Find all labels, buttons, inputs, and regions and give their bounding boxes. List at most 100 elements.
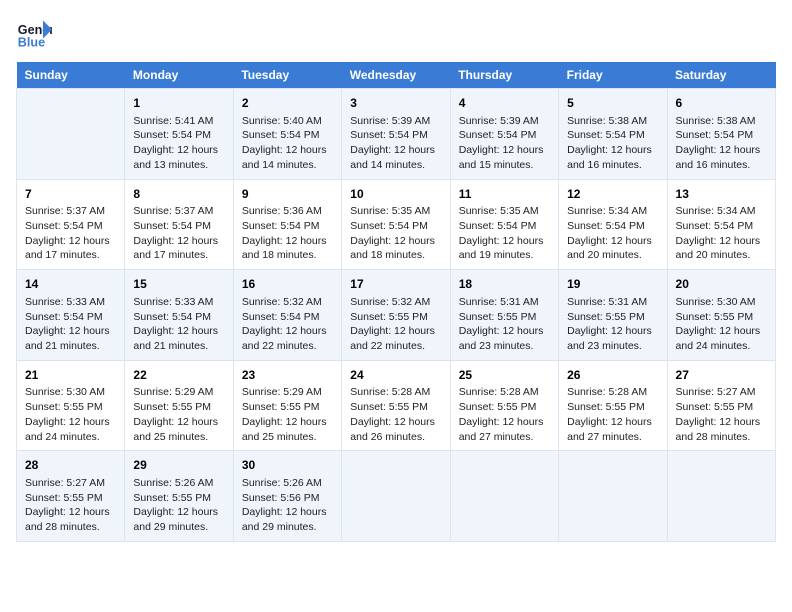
day-number: 16	[242, 276, 333, 293]
cell-content: Sunrise: 5:29 AMSunset: 5:55 PMDaylight:…	[242, 385, 333, 444]
day-number: 18	[459, 276, 550, 293]
cell-content: Sunrise: 5:26 AMSunset: 5:56 PMDaylight:…	[242, 476, 333, 535]
calendar-cell	[342, 451, 450, 542]
week-row-4: 21Sunrise: 5:30 AMSunset: 5:55 PMDayligh…	[17, 360, 776, 451]
day-number: 10	[350, 186, 441, 203]
calendar-cell: 15 Sunrise: 5:33 AMSunset: 5:54 PMDayligh…	[125, 270, 233, 361]
day-number: 3	[350, 95, 441, 112]
day-number: 1	[133, 95, 224, 112]
calendar-cell: 2 Sunrise: 5:40 AMSunset: 5:54 PMDaylight…	[233, 89, 341, 180]
day-number: 5	[567, 95, 658, 112]
col-header-thursday: Thursday	[450, 62, 558, 89]
day-number: 14	[25, 276, 116, 293]
day-number: 24	[350, 367, 441, 384]
cell-content: Sunrise: 5:41 AMSunset: 5:54 PMDaylight:…	[133, 114, 224, 173]
calendar-cell: 10Sunrise: 5:35 AMSunset: 5:54 PMDayligh…	[342, 179, 450, 270]
col-header-saturday: Saturday	[667, 62, 775, 89]
cell-content: Sunrise: 5:37 AMSunset: 5:54 PMDaylight:…	[133, 204, 224, 263]
calendar-cell: 1 Sunrise: 5:41 AMSunset: 5:54 PMDaylight…	[125, 89, 233, 180]
calendar-cell: 24Sunrise: 5:28 AMSunset: 5:55 PMDayligh…	[342, 360, 450, 451]
day-number: 9	[242, 186, 333, 203]
cell-content: Sunrise: 5:30 AMSunset: 5:55 PMDaylight:…	[676, 295, 767, 354]
calendar-cell: 3 Sunrise: 5:39 AMSunset: 5:54 PMDaylight…	[342, 89, 450, 180]
cell-content: Sunrise: 5:33 AMSunset: 5:54 PMDaylight:…	[133, 295, 224, 354]
week-row-2: 7Sunrise: 5:37 AMSunset: 5:54 PMDaylight…	[17, 179, 776, 270]
calendar-cell: 5 Sunrise: 5:38 AMSunset: 5:54 PMDaylight…	[559, 89, 667, 180]
day-number: 15	[133, 276, 224, 293]
calendar-cell: 17 Sunrise: 5:32 AMSunset: 5:55 PMDayligh…	[342, 270, 450, 361]
calendar-cell: 18 Sunrise: 5:31 AMSunset: 5:55 PMDayligh…	[450, 270, 558, 361]
calendar-cell: 14 Sunrise: 5:33 AMSunset: 5:54 PMDayligh…	[17, 270, 125, 361]
cell-content: Sunrise: 5:27 AMSunset: 5:55 PMDaylight:…	[25, 476, 116, 535]
cell-content: Sunrise: 5:34 AMSunset: 5:54 PMDaylight:…	[567, 204, 658, 263]
cell-content: Sunrise: 5:33 AMSunset: 5:54 PMDaylight:…	[25, 295, 116, 354]
calendar-cell	[450, 451, 558, 542]
day-number: 22	[133, 367, 224, 384]
cell-content: Sunrise: 5:27 AMSunset: 5:55 PMDaylight:…	[676, 385, 767, 444]
page-header: General Blue	[16, 16, 776, 52]
day-number: 12	[567, 186, 658, 203]
calendar-cell: 29Sunrise: 5:26 AMSunset: 5:55 PMDayligh…	[125, 451, 233, 542]
day-number: 19	[567, 276, 658, 293]
calendar-cell: 22Sunrise: 5:29 AMSunset: 5:55 PMDayligh…	[125, 360, 233, 451]
cell-content: Sunrise: 5:28 AMSunset: 5:55 PMDaylight:…	[350, 385, 441, 444]
cell-content: Sunrise: 5:34 AMSunset: 5:54 PMDaylight:…	[676, 204, 767, 263]
col-header-sunday: Sunday	[17, 62, 125, 89]
calendar-cell: 23Sunrise: 5:29 AMSunset: 5:55 PMDayligh…	[233, 360, 341, 451]
day-number: 17	[350, 276, 441, 293]
calendar-cell: 28 Sunrise: 5:27 AMSunset: 5:55 PMDayligh…	[17, 451, 125, 542]
calendar-cell: 12Sunrise: 5:34 AMSunset: 5:54 PMDayligh…	[559, 179, 667, 270]
cell-content: Sunrise: 5:38 AMSunset: 5:54 PMDaylight:…	[567, 114, 658, 173]
day-number: 25	[459, 367, 550, 384]
col-header-wednesday: Wednesday	[342, 62, 450, 89]
day-number: 27	[676, 367, 767, 384]
day-number: 23	[242, 367, 333, 384]
calendar-cell: 20Sunrise: 5:30 AMSunset: 5:55 PMDayligh…	[667, 270, 775, 361]
calendar-cell: 19 Sunrise: 5:31 AMSunset: 5:55 PMDayligh…	[559, 270, 667, 361]
week-row-3: 14 Sunrise: 5:33 AMSunset: 5:54 PMDayligh…	[17, 270, 776, 361]
calendar-cell	[559, 451, 667, 542]
calendar-header-row: SundayMondayTuesdayWednesdayThursdayFrid…	[17, 62, 776, 89]
cell-content: Sunrise: 5:29 AMSunset: 5:55 PMDaylight:…	[133, 385, 224, 444]
calendar-table: SundayMondayTuesdayWednesdayThursdayFrid…	[16, 62, 776, 542]
calendar-cell: 25Sunrise: 5:28 AMSunset: 5:55 PMDayligh…	[450, 360, 558, 451]
calendar-cell: 16 Sunrise: 5:32 AMSunset: 5:54 PMDayligh…	[233, 270, 341, 361]
day-number: 8	[133, 186, 224, 203]
day-number: 6	[676, 95, 767, 112]
day-number: 4	[459, 95, 550, 112]
cell-content: Sunrise: 5:39 AMSunset: 5:54 PMDaylight:…	[350, 114, 441, 173]
cell-content: Sunrise: 5:31 AMSunset: 5:55 PMDaylight:…	[459, 295, 550, 354]
cell-content: Sunrise: 5:28 AMSunset: 5:55 PMDaylight:…	[459, 385, 550, 444]
logo: General Blue	[16, 16, 52, 52]
day-number: 11	[459, 186, 550, 203]
day-number: 2	[242, 95, 333, 112]
cell-content: Sunrise: 5:32 AMSunset: 5:54 PMDaylight:…	[242, 295, 333, 354]
cell-content: Sunrise: 5:35 AMSunset: 5:54 PMDaylight:…	[459, 204, 550, 263]
calendar-cell: 27Sunrise: 5:27 AMSunset: 5:55 PMDayligh…	[667, 360, 775, 451]
calendar-cell: 8Sunrise: 5:37 AMSunset: 5:54 PMDaylight…	[125, 179, 233, 270]
cell-content: Sunrise: 5:40 AMSunset: 5:54 PMDaylight:…	[242, 114, 333, 173]
cell-content: Sunrise: 5:26 AMSunset: 5:55 PMDaylight:…	[133, 476, 224, 535]
cell-content: Sunrise: 5:32 AMSunset: 5:55 PMDaylight:…	[350, 295, 441, 354]
day-number: 13	[676, 186, 767, 203]
cell-content: Sunrise: 5:31 AMSunset: 5:55 PMDaylight:…	[567, 295, 658, 354]
calendar-cell: 11Sunrise: 5:35 AMSunset: 5:54 PMDayligh…	[450, 179, 558, 270]
calendar-cell: 6 Sunrise: 5:38 AMSunset: 5:54 PMDaylight…	[667, 89, 775, 180]
cell-content: Sunrise: 5:39 AMSunset: 5:54 PMDaylight:…	[459, 114, 550, 173]
day-number: 21	[25, 367, 116, 384]
day-number: 26	[567, 367, 658, 384]
svg-text:Blue: Blue	[18, 36, 45, 50]
calendar-cell	[667, 451, 775, 542]
col-header-tuesday: Tuesday	[233, 62, 341, 89]
col-header-monday: Monday	[125, 62, 233, 89]
day-number: 30	[242, 457, 333, 474]
calendar-cell: 26Sunrise: 5:28 AMSunset: 5:55 PMDayligh…	[559, 360, 667, 451]
calendar-cell: 4 Sunrise: 5:39 AMSunset: 5:54 PMDaylight…	[450, 89, 558, 180]
day-number: 7	[25, 186, 116, 203]
cell-content: Sunrise: 5:35 AMSunset: 5:54 PMDaylight:…	[350, 204, 441, 263]
calendar-cell: 30 Sunrise: 5:26 AMSunset: 5:56 PMDayligh…	[233, 451, 341, 542]
day-number: 28	[25, 457, 116, 474]
calendar-cell: 13Sunrise: 5:34 AMSunset: 5:54 PMDayligh…	[667, 179, 775, 270]
cell-content: Sunrise: 5:38 AMSunset: 5:54 PMDaylight:…	[676, 114, 767, 173]
cell-content: Sunrise: 5:37 AMSunset: 5:54 PMDaylight:…	[25, 204, 116, 263]
